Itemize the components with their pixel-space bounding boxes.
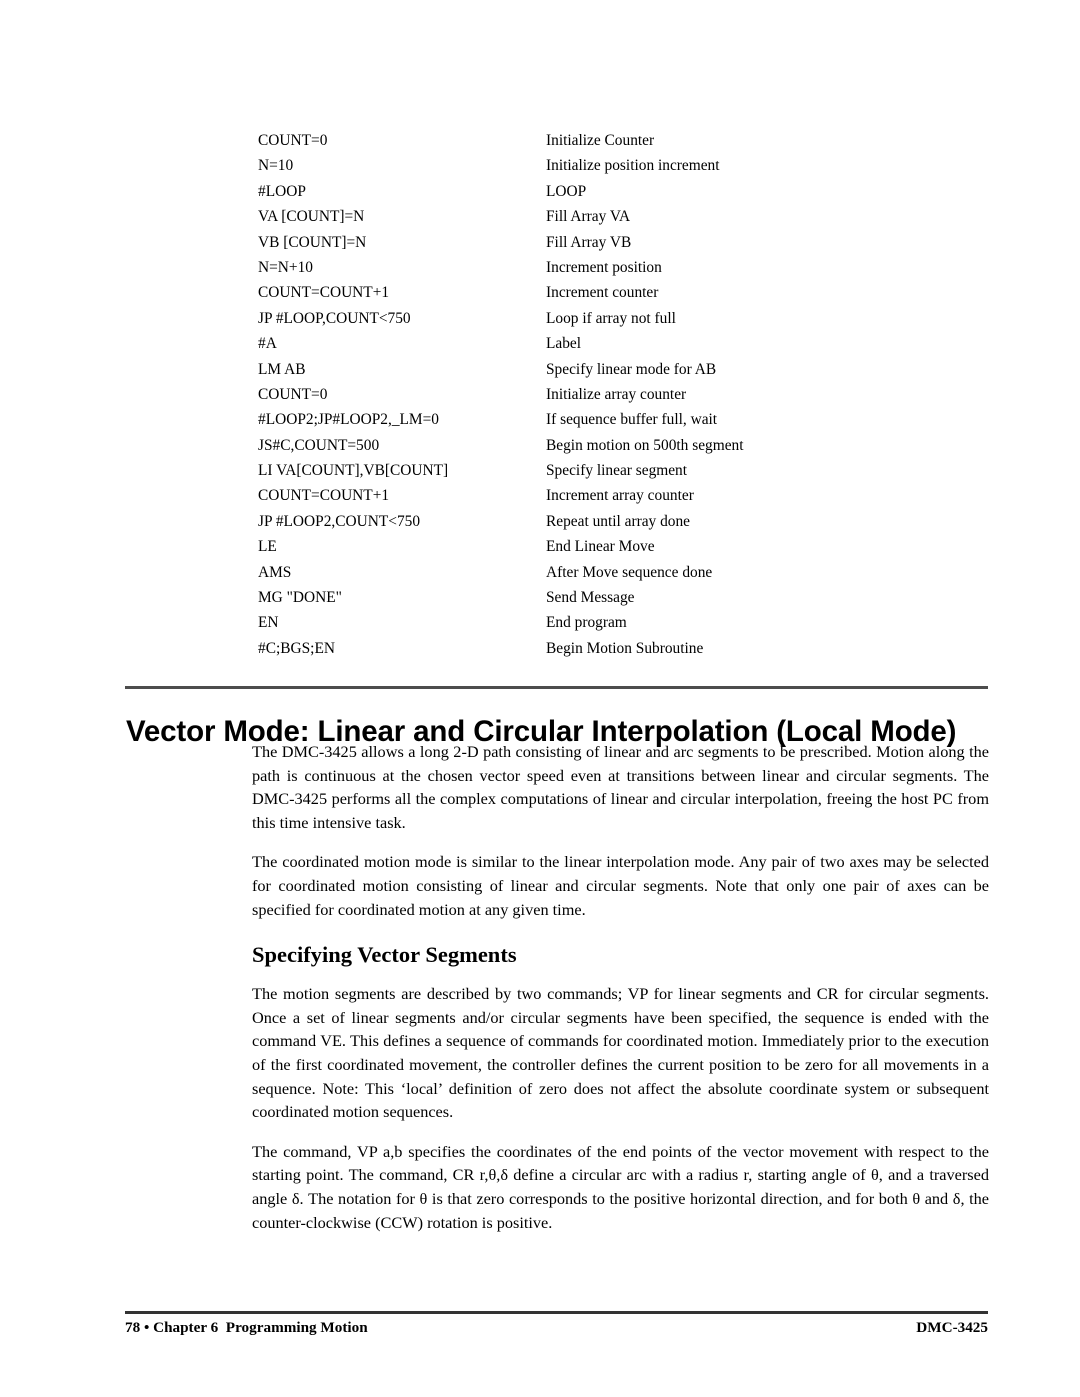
code-command: LE (258, 538, 277, 556)
code-description: If sequence buffer full, wait (546, 411, 718, 429)
code-command: AMS (258, 563, 292, 581)
code-command: COUNT=0 (258, 132, 328, 149)
code-listing-row: LE End Linear Move (258, 534, 958, 559)
heading-divider-rule (125, 686, 988, 689)
code-description: Label (546, 335, 582, 353)
code-listing-row: #LOOP LOOP (258, 179, 958, 204)
code-command: MG "DONE" (258, 589, 342, 607)
code-description: Initialize position increment (546, 157, 720, 175)
paragraph-motion-segments: The motion segments are described by two… (252, 984, 989, 1122)
code-command: N=10 (258, 157, 294, 175)
paragraph-intro: The DMC-3425 allows a long 2-D path cons… (252, 742, 989, 832)
paragraph-vp-cr-commands: The command, VP a,b specifies the coordi… (252, 1141, 989, 1232)
code-listing-row: JS#C,COUNT=500 Begin motion on 500th segm… (258, 433, 958, 458)
code-command: #LOOP2;JP#LOOP2,_LM=0 (258, 411, 439, 429)
code-listing-row: VB [COUNT]=N Fill Array VB (258, 230, 958, 255)
code-command: COUNT=COUNT+1 (258, 284, 390, 302)
code-command: #C;BGS;EN (258, 639, 335, 657)
code-description: Specify linear mode for AB (546, 360, 717, 378)
code-command: COUNT=0 (258, 385, 328, 403)
code-description: Increment array counter (546, 487, 694, 505)
code-description: Begin motion on 500th segment (546, 436, 744, 454)
code-command: #LOOP (258, 182, 306, 200)
code-listing-row: N=N+10 Increment position (258, 255, 958, 280)
section-subtitle: Specifying Vector Segments (252, 942, 517, 968)
code-command: COUNT=COUNT+1 (258, 487, 390, 505)
footer-divider-rule (125, 1311, 988, 1314)
document-page: COUNT=0 Initialize Counter N=10 Initialize … (0, 0, 1080, 1397)
code-command: LM AB (258, 360, 306, 378)
code-listing-row: COUNT=COUNT+1 Increment array counter (258, 483, 958, 508)
code-listing-row: MG "DONE" Send Message (258, 585, 958, 610)
code-listing-row: LI VA[COUNT],VB[COUNT] Specify linear seg… (258, 458, 958, 483)
code-command: N=N+10 (258, 258, 313, 276)
code-listing-row: EN End program (258, 610, 958, 635)
code-description: Loop if array not full (546, 309, 676, 327)
code-command: EN (258, 614, 279, 632)
code-description: Fill Array VA (546, 208, 631, 226)
page-footer: 78 • Chapter 6 Programming Motion DMC-34… (125, 1318, 988, 1338)
code-command: JP #LOOP2,COUNT<750 (258, 512, 421, 530)
paragraph-coordinated-motion: The coordinated motion mode is similar t… (252, 852, 989, 919)
code-command: JS#C,COUNT=500 (258, 436, 380, 454)
code-listing-row: COUNT=0 Initialize Counter (258, 128, 958, 153)
code-description: LOOP (546, 182, 587, 200)
code-listing-row: #C;BGS;EN Begin Motion Subroutine (258, 636, 958, 661)
code-listing-row: #LOOP2;JP#LOOP2,_LM=0 If sequence buffer … (258, 407, 958, 432)
code-listing-row: VA [COUNT]=N Fill Array VA (258, 204, 958, 229)
code-listing-row: COUNT=COUNT+1 Increment counter (258, 280, 958, 305)
code-listing-row: AMS After Move sequence done (258, 560, 958, 585)
code-description: Send Message (546, 589, 635, 607)
code-description: Increment counter (546, 284, 659, 302)
code-description: Specify linear segment (546, 462, 688, 480)
footer-chapter-label: 78 • Chapter 6 Programming Motion (125, 1319, 368, 1336)
footer-product-label: DMC-3425 (916, 1319, 988, 1336)
code-listing-row: JP #LOOP,COUNT<750 Loop if array not full (258, 306, 958, 331)
code-description: End Linear Move (546, 538, 655, 556)
code-description: Initialize Counter (546, 132, 655, 149)
body-content: The DMC-3425 allows a long 2-D path cons… (252, 740, 989, 1234)
code-listing-row: JP #LOOP2,COUNT<750 Repeat until array do… (258, 509, 958, 534)
code-description: Begin Motion Subroutine (546, 639, 704, 657)
code-description: Increment position (546, 258, 662, 276)
code-description: After Move sequence done (546, 563, 713, 581)
code-command: JP #LOOP,COUNT<750 (258, 309, 411, 327)
code-command: VA [COUNT]=N (258, 208, 365, 226)
code-description: Fill Array VB (546, 233, 632, 251)
code-command: #A (258, 335, 277, 353)
code-description: End program (546, 614, 627, 632)
code-listing-row: LM AB Specify linear mode for AB (258, 357, 958, 382)
code-command: LI VA[COUNT],VB[COUNT] (258, 462, 449, 480)
code-listing-row: #A Label (258, 331, 958, 356)
code-listing: COUNT=0 Initialize Counter N=10 Initialize … (258, 128, 958, 661)
code-description: Repeat until array done (546, 512, 691, 530)
code-listing-row: COUNT=0 Initialize array counter (258, 382, 958, 407)
code-listing-row: N=10 Initialize position increment (258, 153, 958, 178)
code-command: VB [COUNT]=N (258, 233, 367, 251)
code-description: Initialize array counter (546, 385, 687, 403)
